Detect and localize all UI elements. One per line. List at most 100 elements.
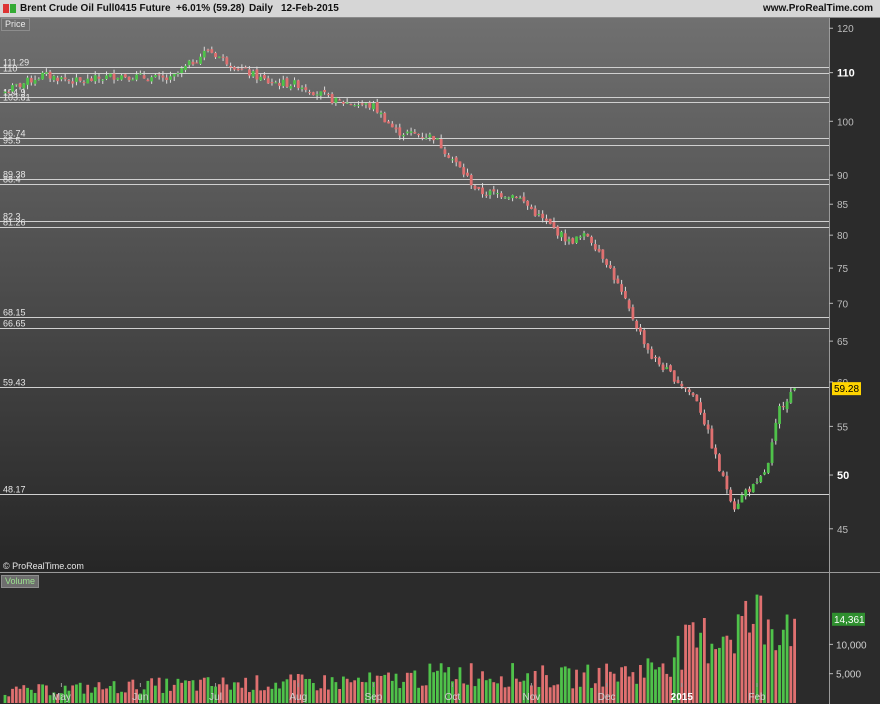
volume-bar-123 [466, 684, 469, 703]
candle-body-61 [232, 67, 236, 70]
price-tick-label-1: 110 [837, 68, 855, 80]
volume-bar-115 [436, 670, 439, 703]
candle-body-192 [725, 475, 729, 490]
price-volume-chart[interactable]: 111.29110104.9103.8196.7495.589.3888.482… [0, 18, 880, 704]
volume-bar-209 [789, 646, 793, 703]
candle-body-145 [548, 218, 552, 225]
candle-body-39 [150, 77, 154, 82]
candle-body-6 [26, 77, 29, 85]
candle-body-66 [251, 71, 255, 77]
volume-bar-190 [718, 647, 721, 703]
candle-body-89 [338, 99, 342, 101]
volume-bar-18 [71, 685, 75, 703]
candle-body-149 [563, 233, 567, 242]
month-label-7: Dec [598, 692, 616, 703]
candle-body-27 [105, 75, 108, 80]
candle-body-23 [90, 78, 93, 82]
candle-body-142 [537, 214, 541, 216]
volume-bar-184 [695, 647, 699, 703]
candle-body-22 [86, 78, 90, 84]
candle-body-99 [375, 102, 379, 113]
volume-bar-47 [180, 682, 184, 703]
volume-bar-31 [120, 691, 123, 703]
volume-bar-73 [278, 688, 281, 703]
volume-bar-88 [334, 682, 338, 703]
candle-body-111 [420, 137, 424, 139]
candle-body-138 [522, 196, 526, 202]
candle-body-136 [514, 196, 518, 198]
candle-body-196 [740, 494, 744, 503]
candle-body-156 [590, 236, 593, 243]
candle-body-162 [612, 268, 616, 280]
volume-bar-11 [44, 685, 48, 703]
volume-bar-93 [353, 680, 357, 703]
volume-bar-164 [620, 667, 624, 703]
volume-bar-70 [266, 686, 270, 703]
candle-body-101 [383, 113, 387, 123]
candle-body-17 [67, 80, 71, 82]
volume-bar-68 [259, 690, 263, 703]
candle-body-190 [718, 454, 721, 472]
candle-body-194 [733, 501, 736, 510]
candle-body-130 [492, 189, 496, 192]
volume-panel-label[interactable]: Volume [1, 575, 40, 588]
price-tick-label-5: 80 [837, 231, 849, 242]
level-label-12: 59.43 [3, 378, 26, 388]
candle-body-54 [206, 49, 210, 51]
volume-bar-5 [22, 685, 26, 703]
candle-body-116 [439, 139, 443, 149]
volume-bar-90 [342, 676, 345, 703]
level-label-7: 88.4 [3, 175, 21, 185]
volume-bar-89 [338, 688, 342, 703]
candle-body-128 [484, 194, 488, 196]
volume-bar-46 [176, 678, 180, 703]
candle-body-200 [755, 481, 759, 483]
candle-body-29 [112, 73, 116, 80]
volume-bar-87 [330, 677, 334, 703]
volume-bar-133 [503, 687, 507, 703]
candle-body-14 [56, 77, 60, 82]
header-date: 12-Feb-2015 [281, 3, 339, 14]
volume-bar-171 [646, 658, 650, 703]
candle-body-57 [217, 56, 221, 58]
candle-body-105 [398, 127, 402, 136]
candle-body-42 [161, 75, 165, 78]
price-panel-label[interactable]: Price [1, 18, 30, 31]
volume-bar-39 [150, 678, 154, 703]
price-tick-label-10: 55 [837, 422, 849, 433]
month-label-2: Jul [209, 692, 222, 703]
volume-bar-30 [116, 693, 120, 703]
volume-bar-114 [432, 672, 436, 703]
volume-bar-106 [402, 681, 405, 703]
volume-bar-154 [582, 672, 586, 703]
volume-bar-91 [345, 678, 349, 703]
candle-body-74 [281, 79, 285, 87]
volume-bar-69 [263, 690, 266, 703]
volume-bar-109 [413, 670, 417, 703]
volume-bar-49 [187, 681, 191, 703]
candle-body-151 [571, 238, 575, 244]
candle-body-133 [503, 197, 507, 199]
candle-body-81 [308, 92, 311, 94]
candle-body-2 [11, 85, 14, 92]
candle-body-181 [684, 387, 687, 389]
volume-bar-201 [759, 595, 763, 703]
candle-body-0 [3, 91, 7, 94]
price-panel-bg [0, 18, 829, 571]
volume-bar-206 [778, 645, 781, 703]
site-url[interactable]: www.ProRealTime.com [763, 3, 873, 14]
candle-body-76 [289, 85, 293, 89]
volume-tick-label-1: 10,000 [836, 640, 867, 651]
candle-body-185 [699, 402, 702, 413]
candle-body-131 [496, 193, 499, 195]
volume-bar-95 [360, 681, 364, 703]
price-tick-label-12: 45 [837, 525, 849, 536]
level-label-13: 48.17 [3, 485, 26, 495]
candle-body-120 [454, 157, 458, 163]
candle-body-144 [545, 218, 548, 221]
candle-body-68 [259, 76, 263, 81]
level-label-3: 103.81 [3, 93, 31, 103]
volume-bar-111 [420, 685, 424, 703]
candle-body-163 [616, 278, 620, 284]
candle-body-20 [78, 77, 82, 81]
